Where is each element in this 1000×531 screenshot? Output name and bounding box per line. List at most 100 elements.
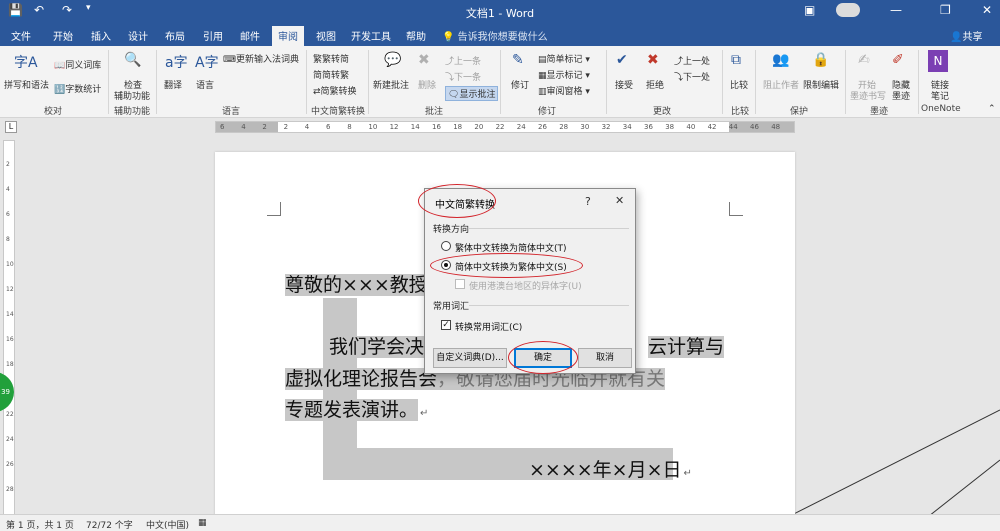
- next-change-button[interactable]: ⤵下一处: [674, 70, 710, 83]
- horizontal-ruler[interactable]: 6 4 2 2 4 6 8 10 12 14 16 18 20 22 24 26 28 30 32 34 36 38 40 4…: [215, 121, 795, 133]
- language-status[interactable]: 中文(中国): [146, 518, 189, 531]
- compare-button[interactable]: 比较: [730, 78, 748, 91]
- page-count[interactable]: 第 1 页，共 1 页: [6, 518, 74, 531]
- doc-line-body-3[interactable]: 专题发表演讲。 ↵: [285, 395, 428, 422]
- ruler-tick-label: 12: [6, 286, 14, 293]
- collapse-ribbon-icon[interactable]: ⌃: [988, 104, 996, 114]
- delete-comment-button[interactable]: 删除: [418, 78, 436, 91]
- prev-change-button[interactable]: ⤴上一处: [674, 54, 710, 67]
- track-changes-button[interactable]: 修订: [511, 78, 529, 91]
- linked-notes-label2: 笔记: [931, 92, 950, 102]
- ruler-tick-label: 28: [6, 486, 14, 493]
- tab-insert[interactable]: 插入: [91, 28, 111, 43]
- new-comment-button[interactable]: 新建批注: [373, 78, 409, 91]
- checkbox-label-convert-vocab[interactable]: 转换常用词汇(C): [455, 320, 522, 333]
- spelling-button[interactable]: 拼写和语法: [4, 78, 49, 91]
- trad-to-simp-button[interactable]: 繁繁转简: [313, 52, 349, 65]
- tab-design[interactable]: 设计: [128, 28, 148, 43]
- ruler-tick-label: 44: [728, 123, 738, 131]
- spelling-icon: 字A: [14, 55, 38, 71]
- ruler-tick-label: 8: [6, 236, 10, 243]
- reviewing-pane-button[interactable]: ▥审阅窗格 ▾: [538, 84, 590, 97]
- checkbox-variant-chars[interactable]: [455, 279, 465, 289]
- ruler-tick-label: 2: [262, 123, 267, 131]
- annotation-oval-title: [418, 184, 496, 218]
- ruler-tick-label: 14: [6, 311, 14, 318]
- chinese-convert-button[interactable]: ⇄简繁转换: [313, 84, 357, 97]
- ruler-tick-label: 18: [6, 361, 14, 368]
- tab-view[interactable]: 视图: [316, 28, 336, 43]
- cancel-button[interactable]: 取消: [578, 348, 632, 368]
- ruler-tick-label: 22: [495, 123, 505, 131]
- show-comments-button[interactable]: 🗨显示批注: [445, 86, 499, 101]
- hide-ink-icon: ✐: [892, 52, 904, 68]
- tab-review[interactable]: 审阅: [272, 26, 304, 46]
- accept-button[interactable]: 接受: [615, 78, 633, 91]
- thesaurus-button[interactable]: 📖同义词库: [54, 58, 101, 71]
- restrict-editing-button[interactable]: 限制编辑: [803, 78, 839, 91]
- tab-developer[interactable]: 开发工具: [351, 28, 391, 43]
- tab-mailings[interactable]: 邮件: [240, 28, 260, 43]
- tab-file[interactable]: 文件: [11, 28, 31, 43]
- next-comment-button[interactable]: ⤵下一条: [445, 70, 481, 83]
- ruler-tick-label: 48: [771, 123, 781, 131]
- maximize-icon[interactable]: ❐: [940, 3, 951, 17]
- prev-comment-button[interactable]: ⤴上一条: [445, 54, 481, 67]
- radio-trad-to-simp[interactable]: [441, 241, 451, 251]
- checkbox-label-variant-chars[interactable]: 使用港澳台地区的异体字(U): [469, 279, 582, 292]
- translate-button[interactable]: 翻译: [164, 78, 182, 91]
- tab-layout[interactable]: 布局: [165, 28, 185, 43]
- word-count-button[interactable]: 🔢字数统计: [54, 82, 101, 95]
- tab-selector[interactable]: L: [5, 121, 17, 133]
- show-markup-button[interactable]: ▦显示标记 ▾: [538, 68, 590, 81]
- divider: [156, 50, 157, 114]
- vertical-ruler[interactable]: 246810121416182022242628: [3, 140, 15, 520]
- title-bar: 💾 ↶ ↷ ▾ 文档1 - Word ▣ — ❐ ✕: [0, 0, 1000, 24]
- block-authors-button[interactable]: 阻止作者: [763, 78, 799, 91]
- show-markup-icon: ▦: [538, 71, 547, 81]
- macro-record-icon[interactable]: ▦: [198, 518, 207, 528]
- divider: [368, 50, 369, 114]
- custom-dictionary-button[interactable]: 自定义词典(D)...: [433, 348, 507, 368]
- accessibility-icon: 🔍: [124, 52, 142, 68]
- group-label-chinese: 中文简繁转换: [311, 107, 366, 117]
- update-ime-button[interactable]: ⌨更新输入法词典: [223, 52, 299, 65]
- delete-comment-icon: ✖: [418, 52, 430, 68]
- word-count[interactable]: 72/72 个字: [86, 518, 133, 531]
- markup-select[interactable]: ▤简单标记 ▾: [538, 52, 590, 65]
- share-button[interactable]: 👤共享: [950, 28, 982, 43]
- close-icon[interactable]: ✕: [982, 3, 992, 17]
- start-inking-label2: 墨迹书写: [850, 92, 887, 102]
- show-comments-icon: 🗨: [448, 90, 460, 100]
- tab-references[interactable]: 引用: [203, 28, 223, 43]
- doc-line-date[interactable]: ××××年×月×日 ↵: [529, 455, 692, 482]
- ruler-tick-label: 30: [580, 123, 590, 131]
- ruler-tick-label: 10: [6, 261, 14, 268]
- check-accessibility-label2: 辅助功能: [114, 92, 151, 102]
- minimize-icon[interactable]: —: [890, 3, 902, 17]
- reject-button[interactable]: 拒绝: [646, 78, 664, 91]
- tab-help[interactable]: 帮助: [406, 28, 426, 43]
- ruler-tick-label: 22: [6, 411, 14, 418]
- help-button[interactable]: ?: [585, 195, 591, 208]
- simp-to-trad-button[interactable]: 简简转繁: [313, 68, 349, 81]
- annotation-oval-ok: [508, 341, 578, 374]
- ruler-tick-label: 2: [6, 161, 10, 168]
- ruler-tick-label: 6: [220, 123, 225, 131]
- dialog-close-button[interactable]: ✕: [615, 194, 624, 207]
- track-changes-icon: ✎: [512, 52, 524, 68]
- doc-line-salutation[interactable]: 尊敬的×××教授↵: [285, 270, 438, 297]
- tab-home[interactable]: 开始: [53, 28, 73, 43]
- ruler-tick-label: 16: [6, 336, 14, 343]
- avatar[interactable]: [836, 3, 860, 17]
- checkbox-convert-vocab[interactable]: ✓: [441, 320, 451, 330]
- ruler-tick-label: 18: [453, 123, 463, 131]
- group-label-onenote: OneNote: [921, 104, 961, 114]
- ribbon-display-icon[interactable]: ▣: [804, 3, 815, 17]
- direction-group-label: 转换方向: [433, 225, 470, 235]
- pane-icon: ▥: [538, 87, 547, 97]
- language-button[interactable]: 语言: [196, 78, 214, 91]
- ruler-tick-label: 26: [538, 123, 547, 131]
- reject-icon: ✖: [647, 52, 659, 68]
- tell-me-box[interactable]: 💡 告诉我你想要做什么: [442, 28, 548, 43]
